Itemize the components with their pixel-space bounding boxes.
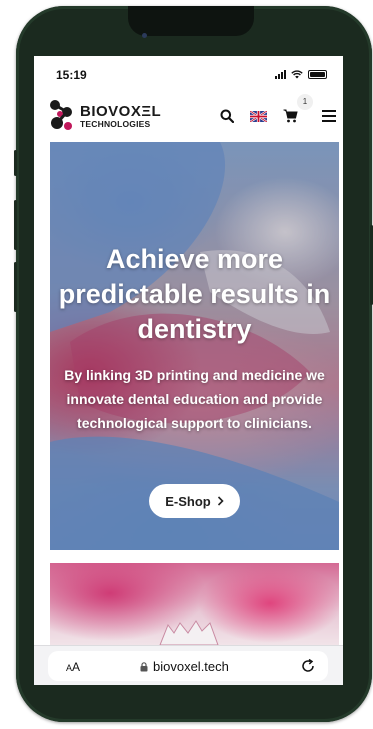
logo-wordmark[interactable]: BIOVOXΞL TECHNOLOGIES [80, 104, 161, 129]
volume-down-button [14, 262, 17, 312]
hero-subtitle: By linking 3D printing and medicine we i… [64, 367, 325, 431]
dental-model-image [159, 620, 219, 645]
browser-address-bar: AA biovoxel.tech [34, 645, 343, 685]
search-button[interactable] [217, 106, 237, 126]
eshop-button-label: E-Shop [165, 493, 211, 509]
chevron-right-icon [217, 496, 224, 506]
site-header: BIOVOXΞL TECHNOLOGIES 1 [34, 88, 343, 140]
url-display[interactable]: biovoxel.tech [140, 659, 229, 674]
text-size-large-label: A [72, 660, 81, 674]
mute-switch [14, 150, 17, 176]
cart-button[interactable] [280, 106, 300, 126]
status-bar: 15:19 [34, 56, 343, 88]
hero-banner: Achieve more predictable results in dent… [50, 142, 339, 550]
wifi-icon [291, 70, 303, 79]
status-time: 15:19 [56, 68, 87, 82]
eshop-button[interactable]: E-Shop [149, 484, 240, 518]
hero-title: Achieve more predictable results in dent… [58, 244, 331, 344]
reload-icon[interactable] [300, 658, 316, 674]
status-icons [275, 69, 327, 79]
signal-icon [275, 69, 286, 79]
secondary-banner-image [50, 563, 339, 645]
volume-up-button [14, 200, 17, 250]
menu-button[interactable] [319, 106, 339, 126]
screen: 15:19 BIOVOXΞL TECHNOLOGIES 1 Achieve mo… [34, 56, 343, 685]
search-icon [220, 109, 234, 123]
logo-subtitle: TECHNOLOGIES [80, 119, 151, 129]
uk-flag-icon [249, 110, 267, 122]
hamburger-menu-icon [322, 110, 336, 122]
address-pill[interactable]: AA biovoxel.tech [48, 651, 328, 681]
battery-icon [308, 69, 327, 79]
front-camera [142, 33, 147, 38]
text-size-button[interactable]: AA [66, 660, 80, 674]
logo-title: BIOVOXΞL [80, 103, 162, 120]
cart-icon [283, 109, 298, 123]
language-selector[interactable] [248, 106, 268, 126]
cart-count-badge: 1 [297, 94, 313, 110]
notch [128, 6, 254, 36]
biovoxel-logo-icon[interactable] [48, 98, 74, 132]
url-text: biovoxel.tech [153, 659, 229, 674]
lock-icon [140, 661, 148, 671]
